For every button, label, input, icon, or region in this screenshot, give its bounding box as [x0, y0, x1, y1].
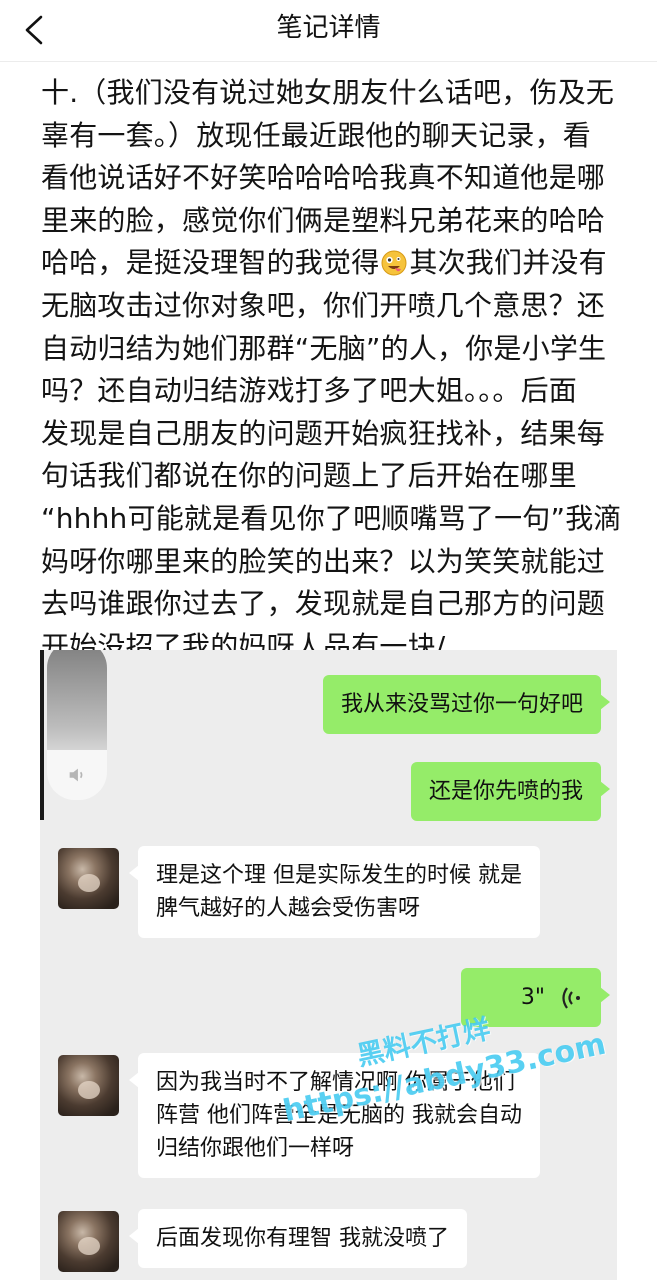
avatar[interactable] — [58, 1055, 119, 1116]
message-text: 理是这个理 但是实际发生的时候 就是 — [156, 863, 522, 888]
message-text: 脾气越好的人越会受伤害呀 — [156, 896, 421, 921]
avatar[interactable] — [58, 1211, 119, 1272]
message-text: 我从来没骂过你一句好吧 — [340, 692, 583, 717]
note-text: 十.（我们没有说过她女朋友什么话吧，伤及无 辜有一套。）放现任最近跟他的聊天记录… — [41, 72, 622, 668]
note-line: 哈哈，是挺没理智的我觉得 — [41, 246, 380, 280]
zany-face-emoji-icon — [381, 250, 407, 276]
speaker-icon — [69, 768, 83, 782]
voice-wave-icon — [562, 986, 580, 1009]
top-bar: 笔记详情 — [0, 0, 657, 62]
message-text: 归结你跟他们一样呀 — [156, 1136, 355, 1161]
message-text: 因为我当时不了解情况啊 你属于他们 — [156, 1070, 515, 1095]
message-bubble-sent[interactable]: 我从来没骂过你一句好吧 — [322, 675, 611, 734]
note-line: 吗？还自动归结游戏打多了吧大姐。。。后面 — [41, 374, 578, 408]
page-title: 笔记详情 — [276, 13, 381, 43]
note-line: 去吗谁跟你过去了，发现就是自己那方的问题 — [41, 587, 606, 621]
message-bubble-received[interactable]: 理是这个理 但是实际发生的时候 就是 脾气越好的人越会受伤害呀 — [129, 846, 540, 938]
note-line: 里来的脸，感觉你们俩是塑料兄弟花来的哈哈 — [41, 203, 606, 237]
message-text: 后面发现你有理智 我就没喷了 — [156, 1226, 449, 1251]
note-line-with-emoji: 哈哈，是挺没理智的我觉得 其次我们并没有 — [41, 242, 615, 285]
message-bubble-sent[interactable]: 还是你先喷的我 — [410, 762, 611, 821]
note-line: “hhhh可能就是看见你了吧顺嘴骂了一句”我滴 — [41, 501, 622, 535]
note-line: 十.（我们没有说过她女朋友什么话吧，伤及无 — [41, 76, 615, 109]
note-line: 自动归结为她们那群“无脑”的人，你是小学生 — [41, 331, 607, 365]
note-line: 妈呀你哪里来的脸笑的出来？以为笑笑就能过 — [41, 544, 606, 578]
message-bubble-received[interactable]: 后面发现你有理智 我就没喷了 — [129, 1209, 467, 1268]
message-text: 还是你先喷的我 — [428, 779, 583, 804]
note-line: 无脑攻击过你对象吧，你们开喷几个意思？还 — [41, 288, 606, 322]
avatar[interactable] — [58, 848, 119, 909]
note-line: 发现是自己朋友的问题开始疯狂找补，结果每 — [41, 416, 606, 450]
voice-call-card — [47, 650, 107, 800]
message-bubble-received[interactable]: 因为我当时不了解情况啊 你属于他们 阵营 他们阵营全是无脑的 我就会自动 归结你… — [129, 1053, 540, 1178]
note-line: 其次我们并没有 — [409, 246, 607, 280]
chat-edge — [40, 650, 44, 820]
note-line: 辜有一套。）放现任最近跟他的聊天记录，看 — [41, 118, 592, 152]
voice-duration: 3" — [520, 985, 545, 1010]
chat-screenshot: 我从来没骂过你一句好吧 还是你先喷的我 理是这个理 但是实际发生的时候 就是 脾… — [40, 650, 617, 1280]
voice-message-sent[interactable]: 3" — [460, 968, 611, 1027]
message-text: 阵营 他们阵营全是无脑的 我就会自动 — [156, 1103, 522, 1128]
note-line: 看他说话好不好笑哈哈哈哈我真不知道他是哪 — [41, 161, 606, 195]
note-line: 句话我们都说在你的问题上了后开始在哪里 — [41, 459, 577, 493]
